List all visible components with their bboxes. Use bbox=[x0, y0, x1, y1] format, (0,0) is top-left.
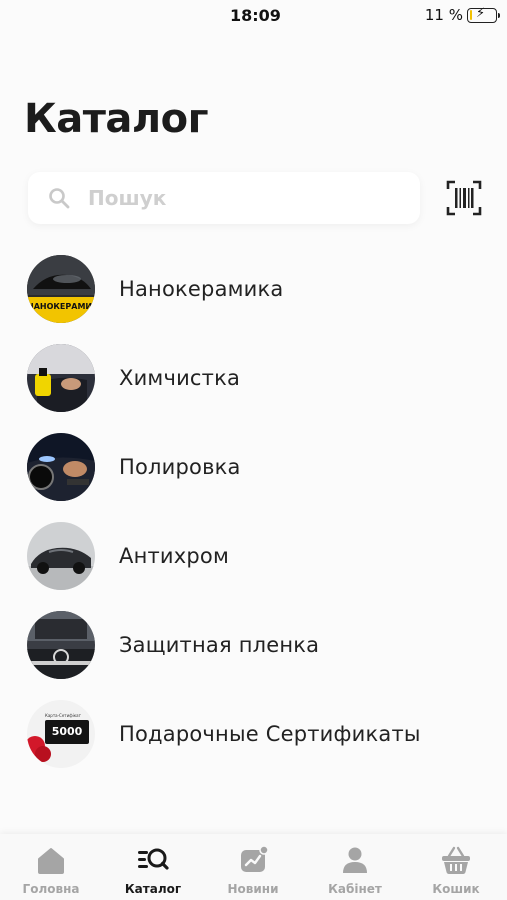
category-label: Химчистка bbox=[119, 366, 241, 390]
barcode-scan-button[interactable] bbox=[446, 180, 482, 216]
category-label: Защитная пленка bbox=[119, 633, 320, 657]
home-icon bbox=[38, 848, 64, 874]
tab-label: Новини bbox=[227, 882, 279, 896]
tab-label: Кабінет bbox=[328, 882, 382, 896]
polishing-thumbnail bbox=[27, 433, 95, 501]
catalog-search-icon bbox=[138, 848, 169, 870]
category-label: Антихром bbox=[119, 544, 230, 568]
status-bar: 18:09 11 % ⚡ bbox=[0, 0, 507, 30]
tab-cart[interactable]: Кошик bbox=[406, 834, 506, 900]
tab-news[interactable]: Новини bbox=[203, 834, 303, 900]
battery-percent: 11 % bbox=[424, 6, 463, 24]
gift-card-caption: Карта-Сетифікат bbox=[45, 713, 81, 718]
status-time: 18:09 bbox=[230, 6, 281, 25]
dry-cleaning-thumbnail bbox=[27, 344, 95, 412]
battery-icon: ⚡ bbox=[467, 5, 500, 23]
user-icon bbox=[343, 847, 367, 873]
charging-bolt-icon: ⚡ bbox=[476, 5, 486, 21]
search-box[interactable] bbox=[28, 172, 420, 224]
bottom-tab-bar: Головна Каталог Новини Кабінет Кошик bbox=[0, 834, 507, 900]
gift-card-amount: 5000 bbox=[51, 725, 83, 738]
category-label: Полировка bbox=[119, 455, 241, 479]
tab-home[interactable]: Головна bbox=[1, 834, 101, 900]
tab-label: Каталог bbox=[124, 882, 182, 896]
tab-label: Кошик bbox=[432, 882, 480, 896]
category-item-antichrome[interactable]: Антихром bbox=[0, 519, 507, 593]
category-label: Нанокерамика bbox=[119, 277, 284, 301]
battery-level-fill bbox=[469, 10, 473, 20]
tab-account[interactable]: Кабінет bbox=[305, 834, 405, 900]
news-chart-icon bbox=[241, 845, 269, 872]
category-label: Подарочные Сертификаты bbox=[119, 722, 421, 746]
tab-catalog[interactable]: Каталог bbox=[103, 834, 203, 900]
antichrome-thumbnail bbox=[27, 522, 95, 590]
protective-film-thumbnail bbox=[27, 611, 95, 679]
page-title: Каталог bbox=[24, 96, 209, 142]
basket-icon bbox=[442, 846, 470, 874]
category-item-polishing[interactable]: Полировка bbox=[0, 430, 507, 504]
status-battery-group: 11 % ⚡ bbox=[424, 5, 500, 24]
gift-certificates-thumbnail: Карта-Сетифікат 5000 bbox=[27, 700, 95, 768]
category-item-nanoceramics[interactable]: НАНОКЕРАМИКА Нанокерамика bbox=[0, 252, 507, 326]
barcode-icon bbox=[446, 180, 482, 216]
search-icon bbox=[48, 187, 70, 209]
battery-cap bbox=[497, 12, 500, 18]
category-item-protective-film[interactable]: Защитная пленка bbox=[0, 608, 507, 682]
tab-label: Головна bbox=[22, 882, 80, 896]
nanoceramics-thumb-text: НАНОКЕРАМИКА bbox=[27, 302, 95, 311]
nanoceramics-thumbnail: НАНОКЕРАМИКА bbox=[27, 255, 95, 323]
category-item-gift-certificates[interactable]: Карта-Сетифікат 5000 Подарочные Сертифик… bbox=[0, 697, 507, 771]
category-item-dry-cleaning[interactable]: Химчистка bbox=[0, 341, 507, 415]
search-input[interactable] bbox=[88, 186, 388, 210]
